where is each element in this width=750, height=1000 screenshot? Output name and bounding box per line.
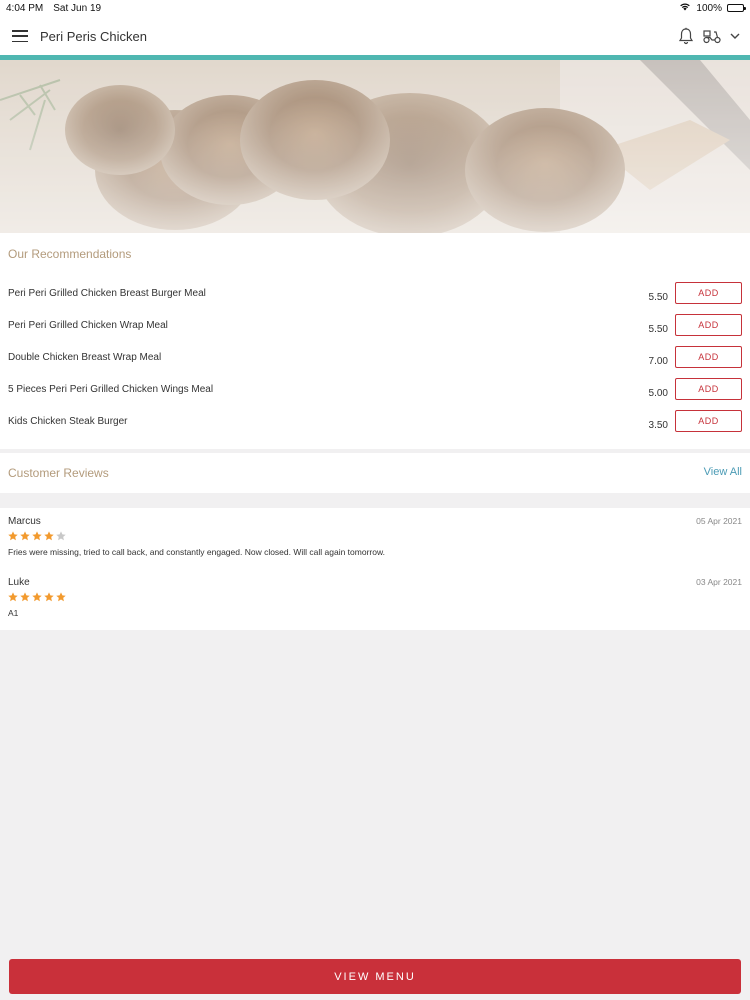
wifi-icon <box>679 2 691 14</box>
star-icon <box>20 531 30 541</box>
star-icon <box>56 531 66 541</box>
star-icon <box>8 531 18 541</box>
star-icon <box>56 592 66 602</box>
app-header: Peri Peris Chicken <box>0 16 750 56</box>
reviewer-name: Marcus <box>8 516 41 527</box>
hero-food-image <box>0 60 750 233</box>
item-name: Kids Chicken Steak Burger <box>8 416 128 427</box>
chevron-down-icon[interactable] <box>730 32 740 40</box>
recommendations-panel: Our Recommendations Peri Peri Grilled Ch… <box>0 233 750 449</box>
recommendation-item: 5 Pieces Peri Peri Grilled Chicken Wings… <box>0 378 750 408</box>
review-text: A1 <box>8 608 19 618</box>
item-name: Peri Peri Grilled Chicken Breast Burger … <box>8 288 206 299</box>
star-icon <box>8 592 18 602</box>
status-time: 4:04 PM <box>6 2 44 14</box>
star-icon <box>44 592 54 602</box>
reviews-header: Customer Reviews View All <box>0 453 750 493</box>
add-button[interactable]: ADD <box>675 378 742 400</box>
status-date: Sat Jun 19 <box>53 2 102 14</box>
add-button[interactable]: ADD <box>675 346 742 368</box>
page-title: Peri Peris Chicken <box>40 28 147 44</box>
item-name: Double Chicken Breast Wrap Meal <box>8 352 162 363</box>
reviewer-name: Luke <box>8 577 30 588</box>
recommendation-item: Double Chicken Breast Wrap Meal 7.00 ADD <box>0 346 750 376</box>
recommendation-item: Peri Peri Grilled Chicken Wrap Meal 5.50… <box>0 314 750 344</box>
battery-icon <box>727 4 746 12</box>
status-bar: 4:04 PM Sat Jun 19 100% <box>0 0 750 16</box>
review-date: 05 Apr 2021 <box>696 516 742 526</box>
review-item: Marcus 05 Apr 2021 Fries were missing, t… <box>0 516 750 574</box>
star-rating <box>8 592 66 602</box>
item-name: Peri Peri Grilled Chicken Wrap Meal <box>8 320 168 331</box>
recommendation-item: Peri Peri Grilled Chicken Breast Burger … <box>0 282 750 312</box>
delivery-scooter-icon[interactable] <box>702 28 722 44</box>
item-price: 3.50 <box>648 420 668 431</box>
review-item: Luke 03 Apr 2021 A1 <box>0 577 750 635</box>
star-icon <box>32 531 42 541</box>
star-icon <box>32 592 42 602</box>
star-icon <box>44 531 54 541</box>
item-price: 5.50 <box>648 324 668 335</box>
star-rating <box>8 531 66 541</box>
recommendation-item: Kids Chicken Steak Burger 3.50 ADD <box>0 410 750 440</box>
item-price: 7.00 <box>648 356 668 367</box>
star-icon <box>20 592 30 602</box>
add-button[interactable]: ADD <box>675 410 742 432</box>
add-button[interactable]: ADD <box>675 282 742 304</box>
reviews-list: Marcus 05 Apr 2021 Fries were missing, t… <box>0 508 750 630</box>
view-all-link[interactable]: View All <box>704 466 742 478</box>
item-price: 5.00 <box>648 388 668 399</box>
review-date: 03 Apr 2021 <box>696 577 742 587</box>
recommendations-title: Our Recommendations <box>8 247 132 261</box>
review-text: Fries were missing, tried to call back, … <box>8 547 386 557</box>
reviews-title: Customer Reviews <box>8 466 109 480</box>
battery-percent: 100% <box>696 2 722 14</box>
view-menu-button[interactable]: VIEW MENU <box>9 959 741 994</box>
item-name: 5 Pieces Peri Peri Grilled Chicken Wings… <box>8 384 214 395</box>
item-price: 5.50 <box>648 292 668 303</box>
bell-icon[interactable] <box>678 27 694 45</box>
hamburger-menu-icon[interactable] <box>12 30 28 42</box>
add-button[interactable]: ADD <box>675 314 742 336</box>
